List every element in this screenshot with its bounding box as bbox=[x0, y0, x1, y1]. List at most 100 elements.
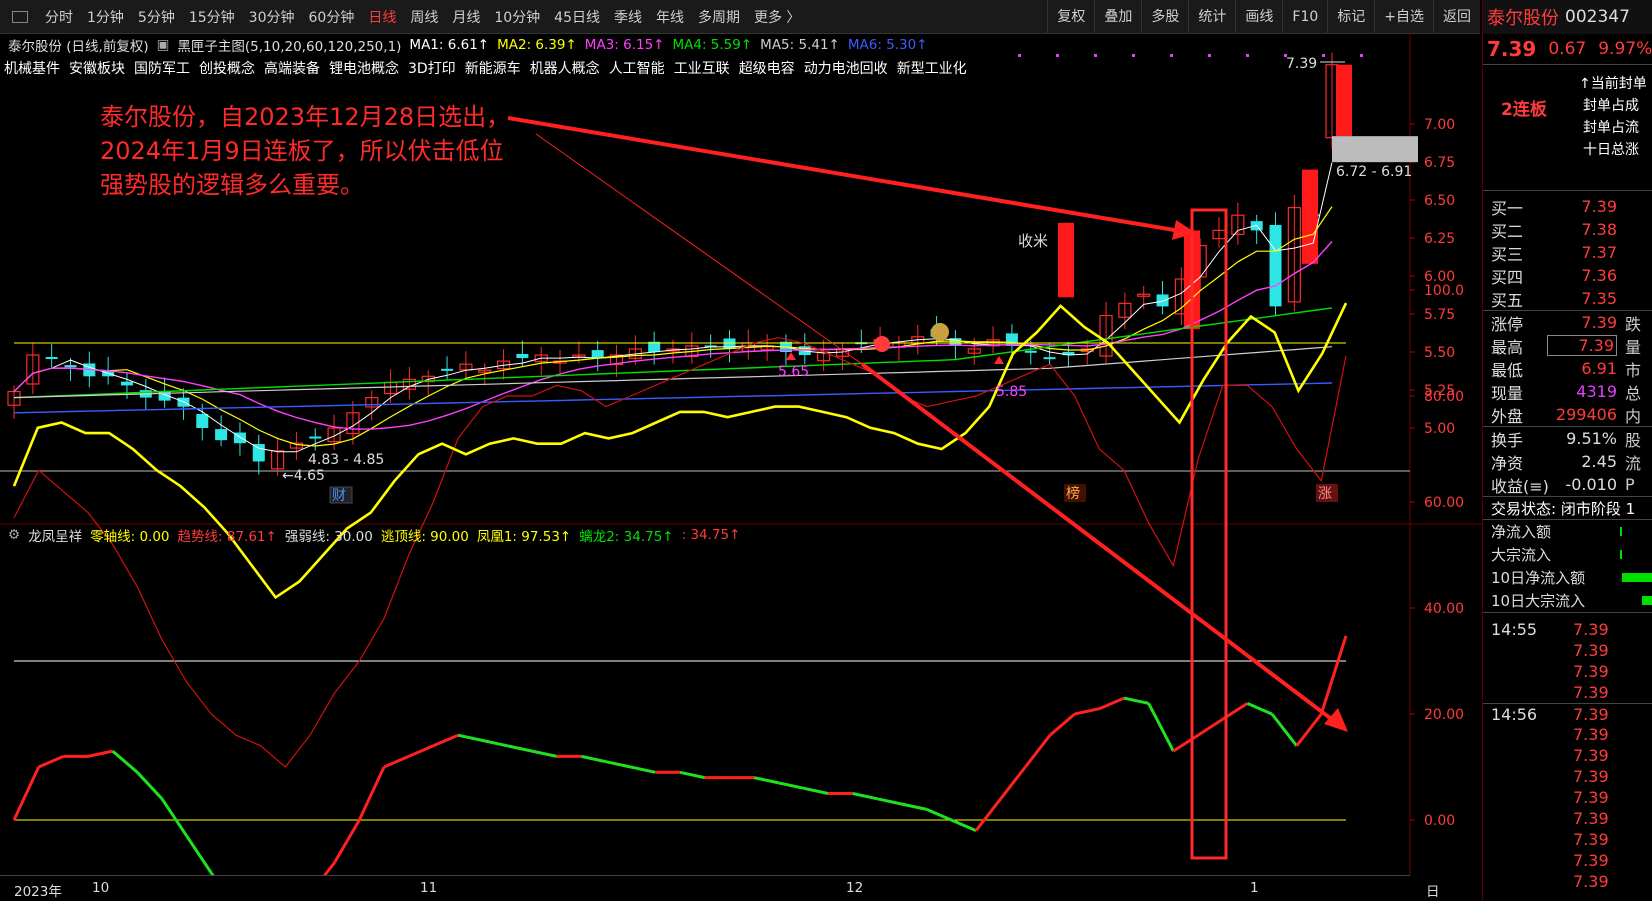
tick-price: 7.39 bbox=[1573, 851, 1609, 870]
period-tab[interactable]: 周线 bbox=[403, 7, 445, 27]
toolbar-action[interactable]: 返回 bbox=[1433, 0, 1480, 34]
phoenix-line bbox=[12, 302, 1348, 600]
stat-row-extra: 市 bbox=[1625, 360, 1642, 380]
signal-dot bbox=[1246, 54, 1249, 57]
stat-row-value: -0.010 bbox=[1565, 475, 1617, 494]
toolbar-action[interactable]: 统计 bbox=[1188, 0, 1235, 34]
stat-row-label: 涨停 bbox=[1491, 314, 1524, 334]
quote-panel: 泰尔股份 002347 7.39 0.67 9.97% 2连板 ↑当前封单 封单… bbox=[1482, 0, 1652, 901]
flow-label: 10日大宗流入 bbox=[1491, 592, 1586, 610]
period-label[interactable]: 日线 bbox=[1426, 880, 1440, 901]
period-tab[interactable]: 季线 bbox=[607, 7, 649, 27]
panel-toggle-icon[interactable] bbox=[12, 10, 28, 23]
tick-row: 7.39 bbox=[1483, 808, 1652, 829]
settings-icon[interactable]: ⚙ bbox=[8, 527, 20, 543]
sub-indicator-name[interactable]: 龙凤呈祥 bbox=[28, 525, 82, 545]
period-tab[interactable]: 5分钟 bbox=[131, 7, 182, 27]
signal-dot bbox=[1322, 54, 1325, 57]
signal-dot bbox=[1208, 54, 1211, 57]
dragon-segment bbox=[974, 797, 1002, 832]
toolbar-action[interactable]: F10 bbox=[1282, 0, 1327, 34]
trade-state: 交易状态: 闭市阶段 1 bbox=[1483, 496, 1652, 519]
last-price-label: 7.39 bbox=[1286, 56, 1317, 72]
signal-dot bbox=[1094, 54, 1097, 57]
stat-row-extra: P bbox=[1625, 475, 1635, 494]
tick-row: 7.39 bbox=[1483, 829, 1652, 850]
bid-row-label: 买二 bbox=[1491, 221, 1524, 241]
signal-dot bbox=[1018, 54, 1021, 57]
dragon-segment bbox=[852, 792, 878, 801]
bid-row-value: 7.39 bbox=[1581, 197, 1617, 216]
toolbar-action[interactable]: 复权 bbox=[1047, 0, 1094, 34]
dragon-segment bbox=[507, 744, 533, 753]
stat-row: 最高 7.39 量 bbox=[1483, 334, 1652, 357]
signal-dot bbox=[1170, 54, 1173, 57]
marker-585: 5.85 bbox=[996, 384, 1027, 400]
sub-indicator-header: ⚙ 龙凤呈祥 零轴线: 0.00 趋势线: 87.61↑ 强弱线: 30.00 … bbox=[0, 524, 1410, 546]
toolbar-action[interactable]: +自选 bbox=[1374, 0, 1433, 34]
strong-line-value: 强弱线: 30.00 bbox=[284, 529, 373, 545]
tick-price: 7.39 bbox=[1573, 683, 1609, 702]
board-line: ↑当前封单 bbox=[1579, 76, 1647, 92]
annotation-arrowhead-icon bbox=[1324, 708, 1348, 732]
dragon-segment bbox=[457, 733, 483, 742]
low-price-label: ←4.65 bbox=[282, 468, 325, 484]
stat-row-label: 净资 bbox=[1491, 453, 1524, 473]
stat-row-value: 9.51% bbox=[1566, 429, 1617, 448]
bid-row-label: 买五 bbox=[1491, 290, 1524, 310]
tick-row: 7.39 bbox=[1483, 850, 1652, 871]
flow-bar bbox=[1622, 573, 1652, 582]
period-tab[interactable]: 月线 bbox=[445, 7, 487, 27]
period-tab[interactable]: 1分钟 bbox=[80, 7, 131, 27]
period-tab[interactable]: 15分钟 bbox=[182, 7, 242, 27]
y-tick-label: 6.50 bbox=[1424, 193, 1455, 209]
bid-row: 买二 7.38 bbox=[1483, 218, 1652, 241]
stat-row: 现量 4319 总 bbox=[1483, 380, 1652, 403]
period-tab[interactable]: 日线 bbox=[361, 7, 403, 27]
dragon-segment bbox=[111, 749, 139, 774]
period-tab[interactable]: 45日线 bbox=[547, 7, 607, 27]
stat-row-label: 外盘 bbox=[1491, 406, 1524, 426]
bang-label: 榜 bbox=[1066, 485, 1080, 502]
x-label-oct: 10 bbox=[92, 880, 110, 896]
escape-line-value: 逃顶线: 90.00 bbox=[380, 529, 469, 545]
limit-up-candle bbox=[1058, 222, 1074, 298]
bid-row-label: 买一 bbox=[1491, 198, 1524, 218]
tick-price: 7.39 bbox=[1573, 830, 1609, 849]
dragon-segment bbox=[679, 770, 705, 780]
period-tab[interactable]: 分时 bbox=[38, 7, 80, 27]
signal-dot bbox=[1132, 54, 1135, 57]
toolbar-action[interactable]: 标记 bbox=[1327, 0, 1374, 34]
dragon-segment bbox=[482, 739, 508, 748]
dragon-segment bbox=[1147, 702, 1175, 752]
board-info: 2连板 ↑当前封单 封单占成 封单占流 十日总涨 bbox=[1483, 64, 1652, 190]
tick-row: 7.39 bbox=[1483, 640, 1652, 661]
limit-up-candle bbox=[1336, 64, 1352, 137]
stat-row-value: 7.39 bbox=[1547, 335, 1617, 356]
dragon-segment bbox=[408, 744, 434, 758]
candle-body bbox=[64, 365, 77, 368]
period-tab[interactable]: 多周期 bbox=[691, 7, 747, 27]
event-marker-icon bbox=[874, 336, 890, 352]
tick-row: 7.39 bbox=[1483, 724, 1652, 745]
period-tab[interactable]: 30分钟 bbox=[242, 7, 302, 27]
period-tab[interactable]: 年线 bbox=[649, 7, 691, 27]
dragon-segment bbox=[531, 749, 557, 758]
high-low-range-label: 6.72 - 6.91 bbox=[1336, 164, 1412, 180]
period-tab[interactable]: 10分钟 bbox=[487, 7, 547, 27]
tick-row: 14:55 7.39 bbox=[1483, 619, 1652, 640]
dragon-segment bbox=[1295, 713, 1323, 747]
candle-body bbox=[215, 429, 228, 441]
period-tab[interactable]: 60分钟 bbox=[302, 7, 362, 27]
price-line: 7.39 0.67 9.97% bbox=[1483, 34, 1652, 64]
dragon-segment bbox=[950, 818, 977, 832]
x-label-year: 2023年 bbox=[14, 884, 62, 900]
x-label-jan: 1 bbox=[1250, 880, 1259, 896]
toolbar-action[interactable]: 画线 bbox=[1235, 0, 1282, 34]
candle-body bbox=[309, 436, 322, 439]
tick-price: 7.39 bbox=[1573, 809, 1609, 828]
period-tab[interactable]: 更多 〉 bbox=[747, 7, 807, 27]
toolbar-action[interactable]: 多股 bbox=[1141, 0, 1188, 34]
toolbar-action[interactable]: 叠加 bbox=[1094, 0, 1141, 34]
y-tick-label: 6.25 bbox=[1424, 231, 1455, 247]
